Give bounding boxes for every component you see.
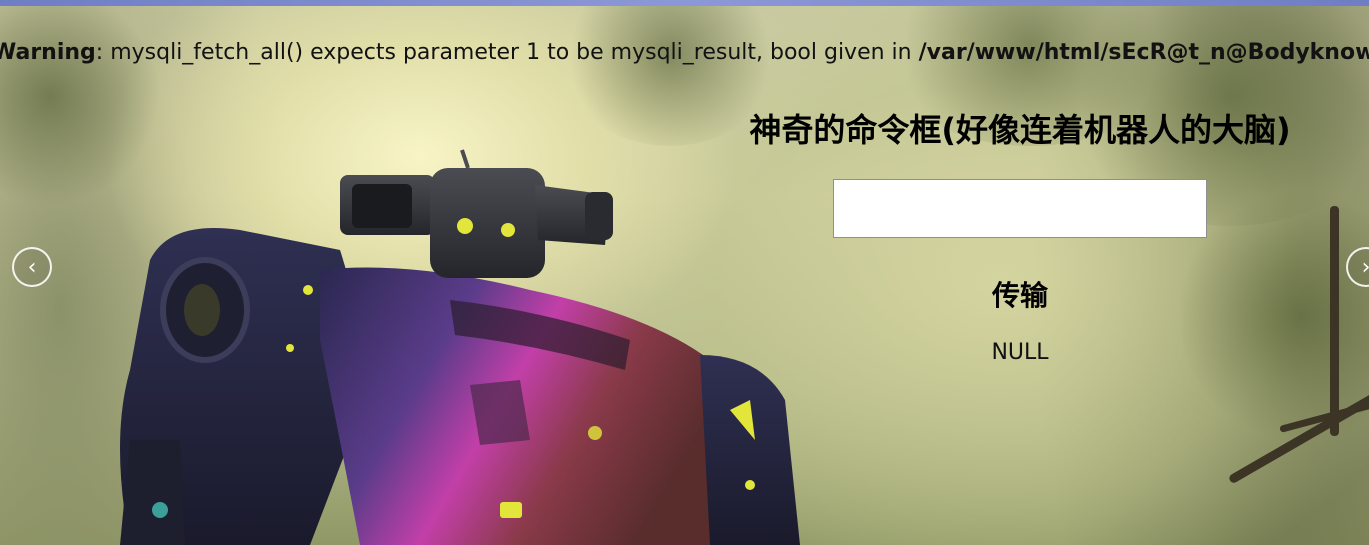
browser-top-strip bbox=[0, 0, 1369, 6]
warning-label: Warning bbox=[0, 40, 96, 65]
transmit-button[interactable]: 传输 bbox=[992, 274, 1048, 314]
chevron-left-icon: ‹ bbox=[27, 254, 37, 280]
result-output: NULL bbox=[991, 340, 1049, 365]
warning-text: : mysqli_fetch_all() expects parameter 1… bbox=[95, 40, 919, 65]
command-input[interactable] bbox=[833, 179, 1207, 238]
chevron-right-icon: › bbox=[1362, 255, 1369, 280]
command-panel: 神奇的命令框(好像连着机器人的大脑) 传输 NULL bbox=[720, 108, 1320, 365]
carousel-prev-button[interactable]: ‹ bbox=[12, 247, 52, 287]
php-warning-message: Warning: mysqli_fetch_all() expects para… bbox=[0, 40, 1369, 65]
warning-path: /var/www/html/sEcR@t_n@Bodyknow bbox=[918, 40, 1369, 65]
panel-title: 神奇的命令框(好像连着机器人的大脑) bbox=[749, 111, 1291, 149]
